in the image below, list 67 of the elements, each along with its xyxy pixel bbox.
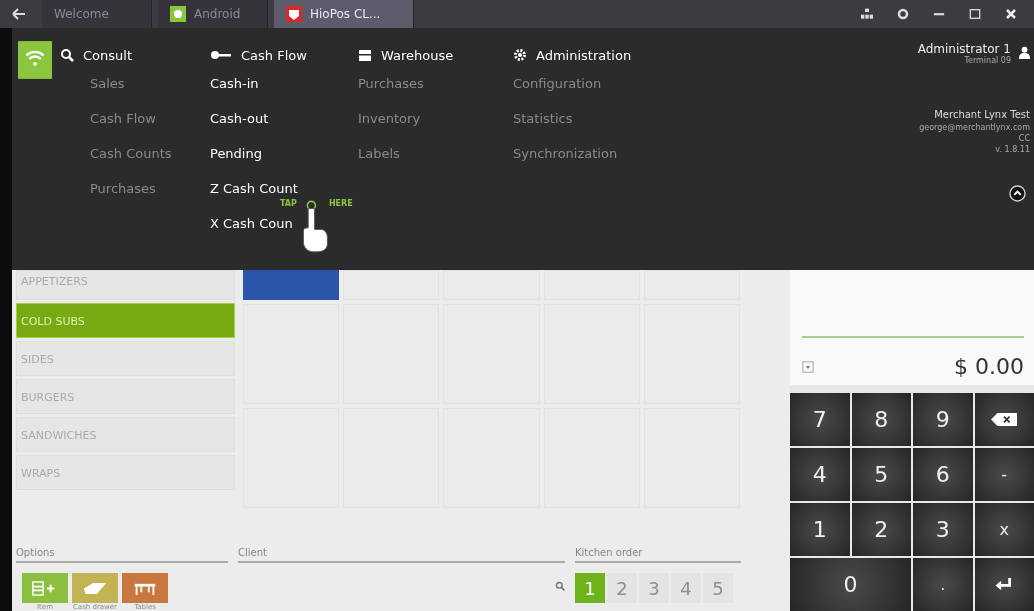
version-label: v. 1.8.11 <box>994 144 1030 155</box>
merchant-code: CC <box>1017 133 1030 144</box>
keypad-key[interactable]: 1 <box>790 503 850 556</box>
keypad-key[interactable]: . <box>913 558 973 611</box>
keypad-key[interactable]: 9 <box>913 393 973 446</box>
menu-item[interactable]: Cash Counts <box>60 144 172 164</box>
keypad-key[interactable]: 6 <box>913 448 973 501</box>
menu-heading[interactable]: Consult <box>60 44 210 66</box>
menu-item[interactable]: Inventory <box>358 109 421 129</box>
box-icon <box>358 48 372 62</box>
keypad-key[interactable]: 3 <box>913 503 973 556</box>
menu-item[interactable]: Z Cash Count <box>210 179 298 199</box>
menu-heading[interactable]: Cash Flow <box>210 44 358 66</box>
grid-icon[interactable] <box>860 8 874 20</box>
menu-item[interactable]: Cash-out <box>210 109 269 129</box>
kitchen-order-field[interactable]: Kitchen order <box>575 543 741 563</box>
app-logo-icon <box>286 6 302 22</box>
option-button[interactable] <box>122 573 168 603</box>
menu-item[interactable]: Labels <box>358 144 400 164</box>
keypad-key[interactable]: 7 <box>790 393 850 446</box>
search-icon[interactable] <box>555 581 565 591</box>
merchant-email: george@merchantlynx.com <box>919 122 1030 133</box>
android-icon <box>170 6 186 22</box>
tap-hint-label: HERE <box>328 199 353 208</box>
keypad-key[interactable]: x <box>974 503 1034 556</box>
menu-item[interactable]: Purchases <box>60 179 156 199</box>
terminal-label: Terminal 09 <box>963 56 1011 65</box>
menu-item[interactable]: Statistics <box>513 109 573 129</box>
search-icon <box>60 48 74 62</box>
client-field[interactable]: Client <box>238 543 565 563</box>
menu-heading[interactable]: Administration <box>513 44 773 66</box>
merchant-name: Merchant Lynx Test <box>933 109 1030 120</box>
dropdown-icon[interactable] <box>802 360 814 373</box>
keypad-key[interactable]: - <box>974 448 1034 501</box>
collapse-icon[interactable] <box>1009 185 1026 202</box>
menu-item[interactable]: Cash-in <box>210 74 259 94</box>
keypad-key[interactable]: 5 <box>851 448 911 501</box>
menu-item[interactable]: X Cash Coun <box>210 214 293 234</box>
settings-icon[interactable] <box>896 8 910 20</box>
keypad-key[interactable] <box>974 393 1034 446</box>
menu-item[interactable]: Pending <box>210 144 262 164</box>
menu-item[interactable]: Synchronization <box>513 144 618 164</box>
tab[interactable]: Android <box>158 0 268 28</box>
close-icon[interactable] <box>1004 8 1018 20</box>
gear-icon <box>513 48 527 62</box>
options-field[interactable]: Options <box>16 543 228 563</box>
user-icon[interactable] <box>1019 46 1030 59</box>
tab[interactable]: Welcome <box>42 0 152 28</box>
menu-item[interactable]: Sales <box>60 74 125 94</box>
user-name: Administrator 1 <box>917 42 1011 56</box>
maximize-icon[interactable] <box>968 8 982 20</box>
back-arrow-icon[interactable] <box>12 8 26 20</box>
keypad-key[interactable]: 8 <box>851 393 911 446</box>
backspace-icon <box>991 412 1018 427</box>
menu-item[interactable]: Purchases <box>358 74 424 94</box>
product-tile[interactable] <box>243 270 340 300</box>
keypad-key[interactable]: 4 <box>790 448 850 501</box>
keypad-key[interactable] <box>974 558 1034 611</box>
menu-item[interactable]: Cash Flow <box>60 109 156 129</box>
tab[interactable]: HioPos CL... <box>274 0 414 28</box>
key-icon <box>210 49 232 61</box>
tap-hint-label: TAP <box>280 199 297 208</box>
menu-item[interactable]: Configuration <box>513 74 602 94</box>
total-amount: $ 0.00 <box>954 354 1024 379</box>
keypad-key[interactable]: 0 <box>790 558 911 611</box>
keypad-key[interactable]: 2 <box>851 503 911 556</box>
menu-heading[interactable]: Warehouse <box>358 44 513 66</box>
